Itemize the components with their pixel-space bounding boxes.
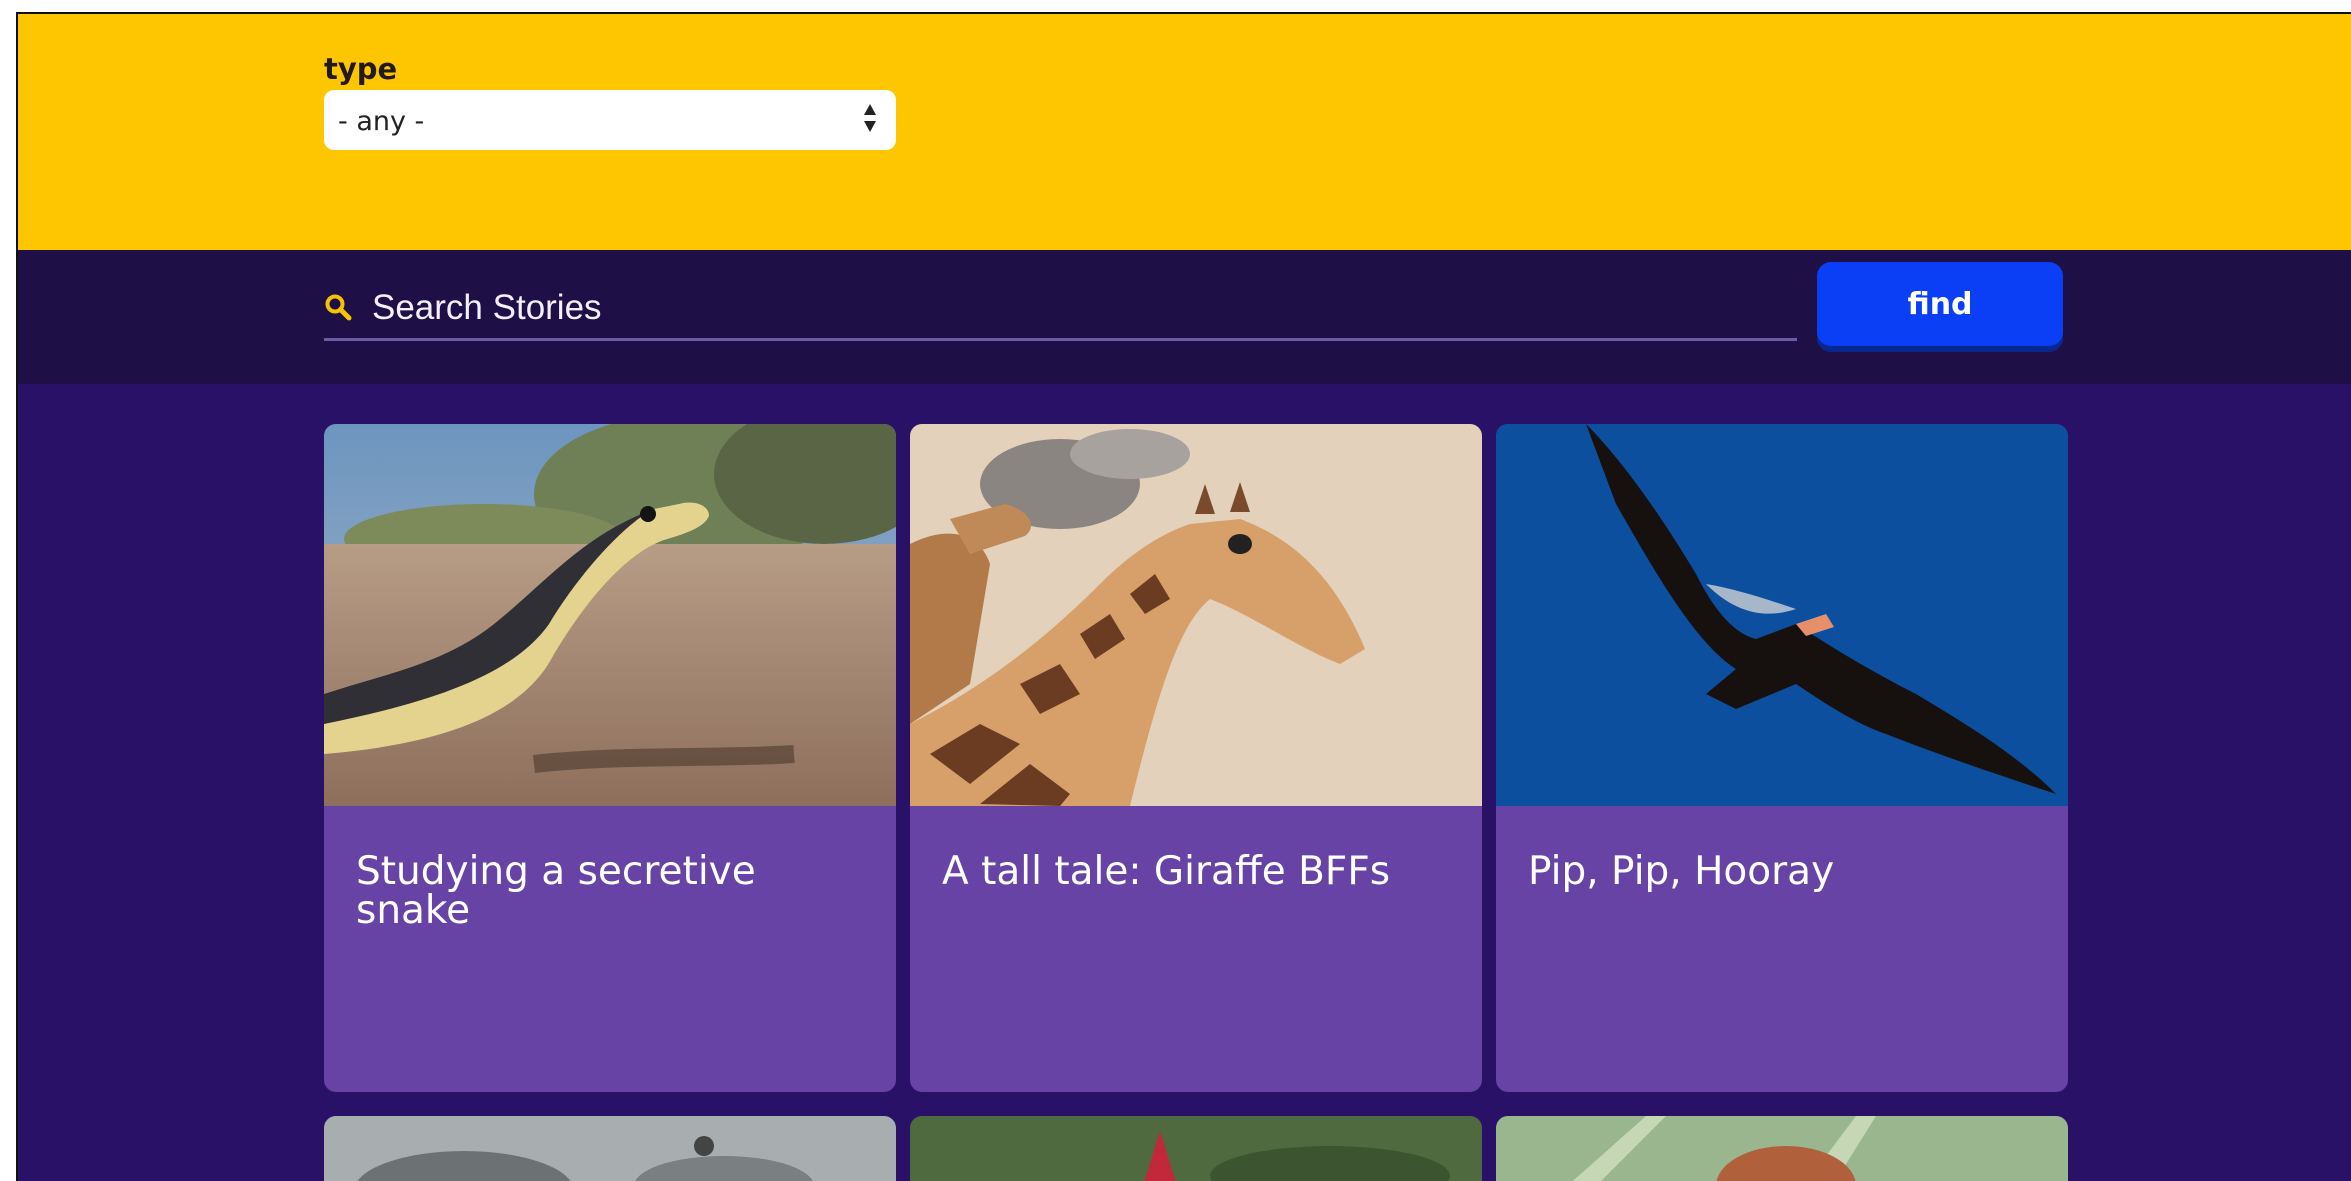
story-card-partial[interactable] [910,1116,1482,1181]
find-button[interactable]: find [1817,262,2063,346]
story-photo-partial [324,1116,896,1181]
type-select-value: - any - [338,106,425,137]
search-bar: find [18,250,2351,384]
story-card-partial[interactable] [324,1116,896,1181]
story-card-partial[interactable] [1496,1116,2068,1181]
story-title: A tall tale: Giraffe BFFs [942,849,1391,894]
filter-bar: type - any - [18,14,2351,250]
story-title: Pip, Pip, Hooray [1528,849,1835,894]
story-photo-partial [1496,1116,2068,1181]
snake-photo [324,424,896,806]
story-card-snake[interactable]: Studying a secretive snake [324,424,896,1092]
select-arrows-icon [864,104,876,132]
story-card-condor[interactable]: Pip, Pip, Hooray [1496,424,2068,1092]
search-icon [325,294,352,321]
search-input[interactable] [372,284,1796,332]
page: type - any - find [16,12,2351,1181]
type-filter-label: type [324,52,398,86]
type-select[interactable]: - any - [324,90,896,150]
search-underline [324,338,1797,341]
story-title: Studying a secretive snake [356,849,756,933]
story-photo-partial [910,1116,1482,1181]
story-card-giraffe[interactable]: A tall tale: Giraffe BFFs [910,424,1482,1092]
giraffe-photo [910,424,1482,806]
condor-photo [1496,424,2068,806]
